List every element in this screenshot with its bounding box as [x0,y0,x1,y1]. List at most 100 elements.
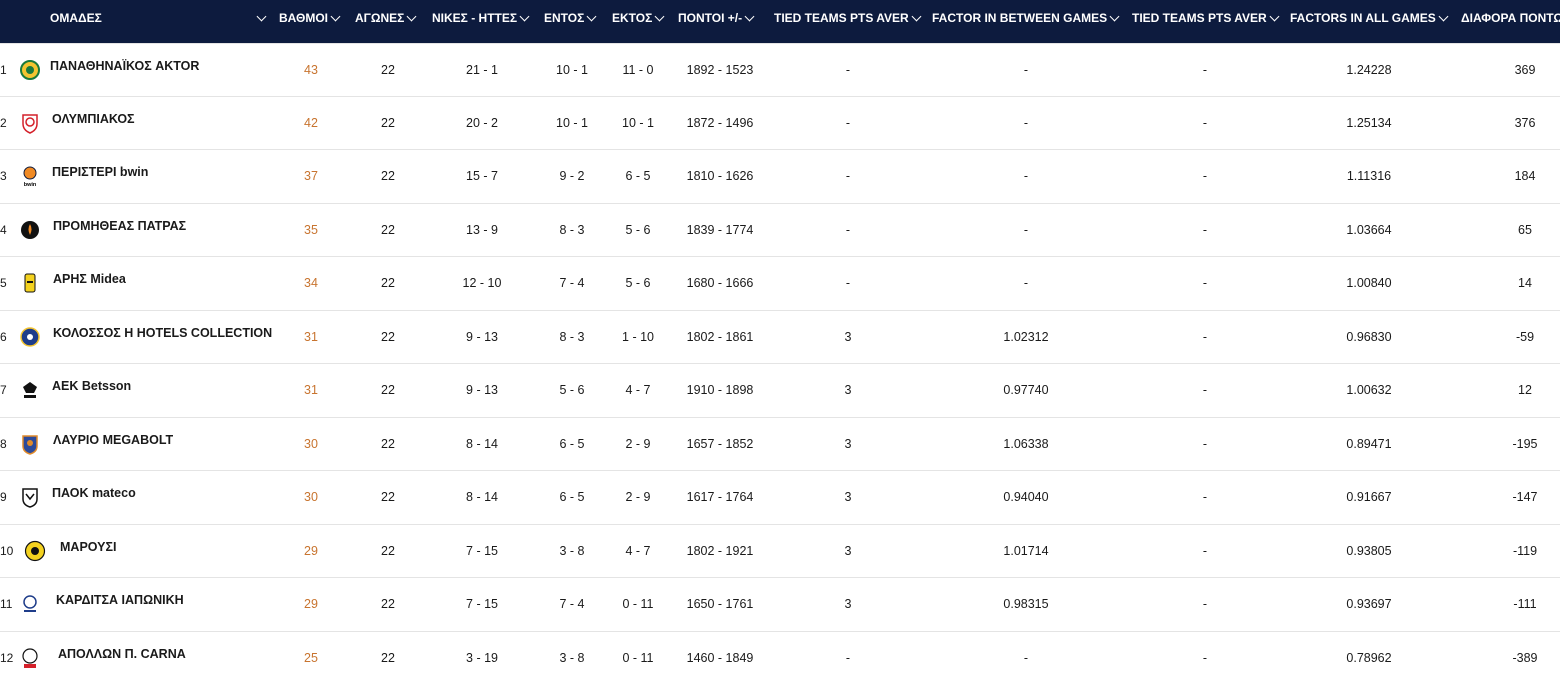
header-factor-between[interactable]: FACTOR IN BETWEEN GAMES [932,0,1120,36]
cell-scores: 1892 - 1523 [686,62,754,77]
cell-tied2: - [1202,276,1208,291]
chevron-down-icon [1109,11,1120,22]
cell-wl: 21 - 1 [466,62,498,77]
cell-wl: 20 - 2 [466,115,498,130]
cell-scores: 1657 - 1852 [686,436,754,451]
table-row[interactable]: 10 ΜΑΡΟΥΣΙ 29 22 7 - 15 3 - 84 - 7 1802 - 1921… [0,525,1560,578]
peristeri-logo: bwin [19,165,41,188]
team-name[interactable]: ΑΕΚ Betsson [52,379,131,393]
panathinaikos-logo [19,59,41,81]
svg-text:bwin: bwin [24,182,37,187]
header-tied1-label: TIED TEAMS PTS AVER [774,11,909,25]
cell-tied1: - [845,62,851,77]
chevron-down-icon [911,11,922,22]
team-name[interactable]: ΠΑΝΑΘΗΝΑΪΚΟΣ AKTOR [50,59,199,73]
cell-factor-all: 1.11316 [1346,169,1392,184]
table-row[interactable]: 6 ΚΟΛΟΣΣΟΣ H HOTELS COLLECTION 31 22 9 - 13 8… [0,311,1560,364]
team-name[interactable]: ΑΡΗΣ Midea [53,272,126,286]
header-points-label: ΒΑΘΜΟΙ [279,11,329,25]
cell-scores: 1910 - 1898 [686,383,754,398]
cell-factor-between: - [1023,650,1029,665]
cell-tied1: 3 [844,436,852,451]
cell-tied1: 3 [844,329,852,344]
cell-factor-all: 1.24228 [1346,62,1392,77]
team-name[interactable]: ΜΑΡΟΥΣΙ [60,540,116,554]
header-home[interactable]: ΕΝΤΟΣ [544,0,597,36]
table-row[interactable]: 4 ΠΡΟΜΗΘΕΑΣ ΠΑΤΡΑΣ 35 22 13 - 98 - 35 - 6 183… [0,204,1560,257]
team-name[interactable]: ΚΑΡΔΙΤΣΑ ΙΑΠΩΝΙΚΗ [56,593,184,607]
cell-scores: 1810 - 1626 [686,169,754,184]
cell-tied2: - [1202,169,1208,184]
table-row[interactable]: 7 ΑΕΚ Betsson 31 22 9 - 13 5 - 64 - 7 1910 - 1… [0,364,1560,418]
team-name[interactable]: ΠΑΟΚ mateco [52,486,136,500]
header-tied-pts-2[interactable]: TIED TEAMS PTS AVER [1132,0,1280,36]
chevron-down-icon [256,11,267,22]
cell-tied2: - [1202,222,1208,237]
cell-games: 22 [381,329,395,344]
cell-tied1: - [845,222,851,237]
cell-tied1: 3 [844,543,852,558]
header-away[interactable]: ΕΚΤΟΣ [612,0,665,36]
cell-factor-between: 1.02312 [1003,329,1049,344]
cell-tied1: 3 [844,490,852,505]
team-name[interactable]: ΛΑΥΡΙΟ MEGABOLT [53,433,173,447]
team-name[interactable]: ΠΕΡΙΣΤΕΡΙ bwin [52,165,148,179]
header-tied-pts-1[interactable]: TIED TEAMS PTS AVER [774,0,922,36]
table-row[interactable]: 9 ΠΑΟΚ mateco 30 22 8 - 14 6 - 52 - 9 1617 - 1… [0,471,1560,525]
cell-games: 22 [381,169,395,184]
cell-tied2: - [1202,597,1208,612]
table-row[interactable]: 5 ΑΡΗΣ Midea 34 22 12 - 10 7 - 45 - 6 1680 - 1… [0,257,1560,311]
header-team[interactable]: ΟΜΑΔΕΣ [50,0,102,36]
header-home-label: ΕΝΤΟΣ [544,11,585,25]
cell-diff: -119 [1512,543,1538,558]
cell-scores: 1650 - 1761 [686,597,754,612]
header-wins-losses[interactable]: ΝΙΚΕΣ - ΗΤΤΕΣ [432,0,530,36]
lavrio-logo [19,433,41,455]
team-name[interactable]: ΚΟΛΟΣΣΟΣ H HOTELS COLLECTION [53,326,272,340]
sort-team-chevron[interactable] [254,0,267,36]
cell-factor-all: 1.00632 [1346,383,1392,398]
cell-factor-between: - [1023,62,1029,77]
header-scores[interactable]: ΠΟΝΤΟΙ +/- [678,0,755,36]
chevron-down-icon [1269,11,1280,22]
table-row[interactable]: 2 ΟΛΥΜΠΙΑΚΟΣ 42 22 20 - 2 10 - 1 10 - 1 1872 - … [0,97,1560,150]
cell-factor-all: 0.89471 [1346,436,1392,451]
table-row[interactable]: 11 ΚΑΡΔΙΤΣΑ ΙΑΠΩΝΙΚΗ 29 22 7 - 15 7 - 40 - 11… [0,578,1560,632]
cell-games: 22 [381,490,395,505]
cell-scores: 1839 - 1774 [686,222,754,237]
cell-tied1: - [845,115,851,130]
cell-games: 22 [381,436,395,451]
team-name[interactable]: ΟΛΥΜΠΙΑΚΟΣ [52,112,135,126]
header-points[interactable]: ΒΑΘΜΟΙ [279,0,341,36]
team-name[interactable]: ΠΡΟΜΗΘΕΑΣ ΠΑΤΡΑΣ [53,219,186,233]
cell-factor-all: 0.78962 [1346,650,1392,665]
cell-games: 22 [381,222,395,237]
table-row[interactable]: 8 ΛΑΥΡΙΟ MEGABOLT 30 22 8 - 14 6 - 52 - 9 1657… [0,418,1560,471]
table-row[interactable]: 12 ΑΠΟΛΛΩΝ Π. CARNA 25 22 3 - 19 3 - 80 - 11 1… [0,632,1560,682]
cell-factor-between: 1.01714 [1003,543,1049,558]
cell-tied2: - [1202,436,1208,451]
cell-scores: 1802 - 1861 [686,329,754,344]
header-factor-all[interactable]: FACTORS IN ALL GAMES [1290,0,1449,36]
header-diff[interactable]: ΔΙΑΦΟΡΑ ΠΟΝΤΩΝ [1461,0,1560,36]
cell-tied1: 3 [844,597,852,612]
cell-diff: 376 [1514,115,1536,130]
header-games-label: ΑΓΩΝΕΣ [355,11,405,25]
cell-wl: 15 - 7 [466,169,498,184]
table-row[interactable]: 1 ΠΑΝΑΘΗΝΑΪΚΟΣ AKTOR 43 22 21 - 1 10 - 1 11 - … [0,43,1560,97]
cell-tied2: - [1202,115,1208,130]
row-position: 9 [0,490,7,505]
table-row[interactable]: 3 bwin ΠΕΡΙΣΤΕΡΙ bwin 37 22 15 - 79 - 26 - 51… [0,150,1560,204]
olympiacos-logo [19,112,41,134]
kolossos-logo [19,326,41,348]
cell-tied1: 3 [844,383,852,398]
cell-scores: 1802 - 1921 [686,543,754,558]
row-position: 7 [0,383,7,398]
header-diff-label: ΔΙΑΦΟΡΑ ΠΟΝΤΩΝ [1461,11,1560,25]
cell-tied2: - [1202,490,1208,505]
table-header: ΟΜΑΔΕΣ ΒΑΘΜΟΙ ΑΓΩΝΕΣ ΝΙΚΕΣ - ΗΤΤΕΣ ΕΝΤΟΣ… [0,0,1560,43]
header-games[interactable]: ΑΓΩΝΕΣ [355,0,417,36]
cell-factor-between: 0.97740 [1003,383,1049,398]
row-position: 2 [0,115,7,130]
team-name[interactable]: ΑΠΟΛΛΩΝ Π. CARNA [58,647,186,661]
